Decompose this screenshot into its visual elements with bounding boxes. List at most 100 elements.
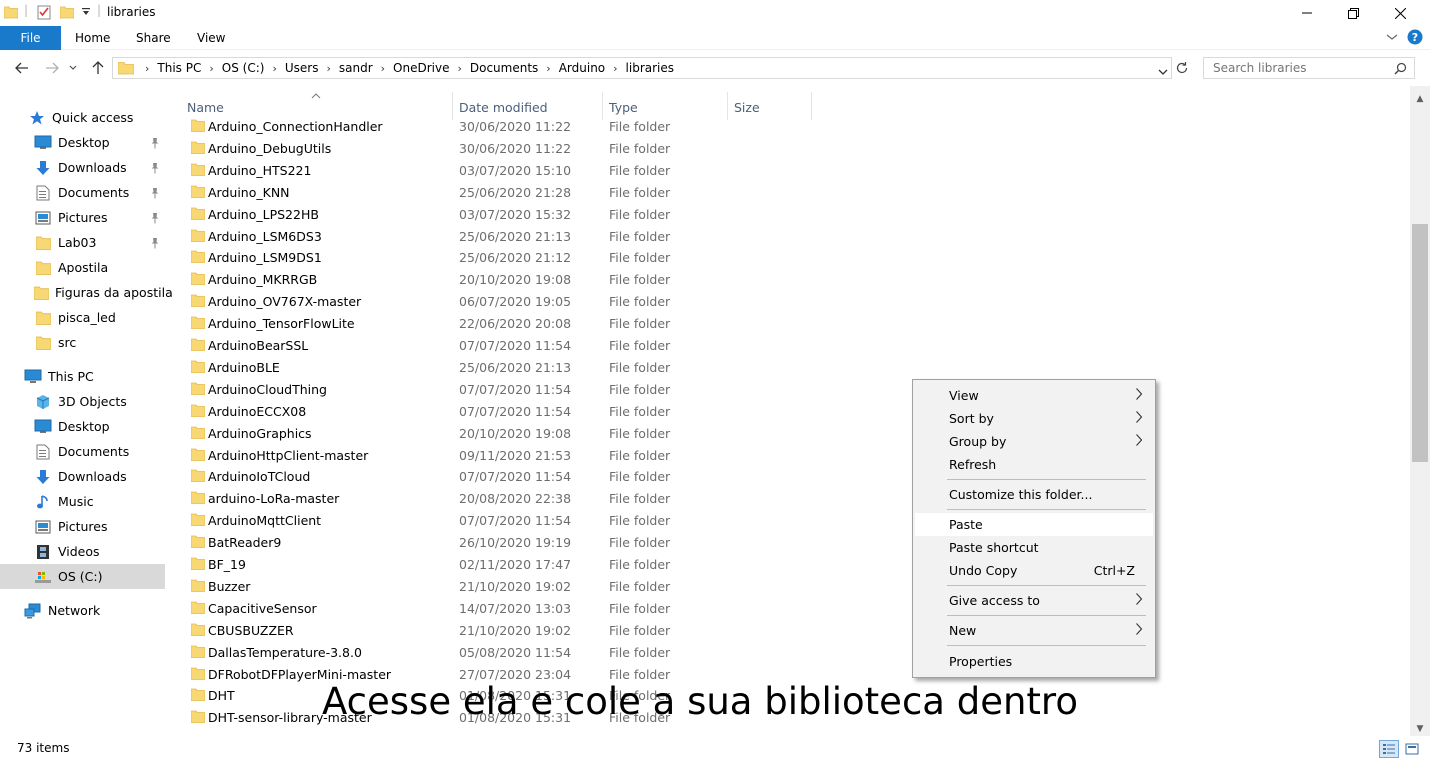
sidebar-item-pisca-led[interactable]: pisca_led — [34, 305, 165, 330]
address-dropdown-icon[interactable] — [1158, 65, 1168, 79]
customize-toolbar-icon[interactable] — [81, 6, 91, 20]
table-row[interactable]: Arduino_LSM9DS1 25/06/2020 21:12 File fo… — [185, 246, 825, 268]
sidebar-quick-access[interactable]: Quick access — [28, 105, 193, 130]
menu-item-properties[interactable]: Properties — [915, 650, 1153, 673]
expand-ribbon-icon[interactable] — [1386, 31, 1398, 45]
sidebar-item-desktop[interactable]: Desktop — [34, 130, 165, 155]
sidebar-item-apostila[interactable]: Apostila — [34, 255, 165, 280]
table-row[interactable]: Arduino_TensorFlowLite 22/06/2020 20:08 … — [185, 312, 825, 334]
breadcrumb-onedrive[interactable]: OneDrive — [390, 61, 452, 75]
menu-item-group-by[interactable]: Group by — [915, 430, 1153, 453]
table-row[interactable]: BatReader9 26/10/2020 19:19 File folder — [185, 531, 825, 553]
sidebar-network[interactable]: Network — [24, 598, 189, 623]
pin-icon[interactable] — [149, 137, 161, 149]
table-row[interactable]: ArduinoGraphics 20/10/2020 19:08 File fo… — [185, 422, 825, 444]
scroll-thumb[interactable] — [1412, 224, 1428, 462]
breadcrumb-libraries[interactable]: libraries — [623, 61, 677, 75]
help-icon[interactable]: ? — [1407, 29, 1423, 48]
table-row[interactable]: ArduinoCloudThing 07/07/2020 11:54 File … — [185, 378, 825, 400]
table-row[interactable]: CBUSBUZZER 21/10/2020 19:02 File folder — [185, 619, 825, 641]
table-row[interactable]: ArduinoIoTCloud 07/07/2020 11:54 File fo… — [185, 465, 825, 487]
new-folder-icon[interactable] — [59, 5, 75, 22]
table-row[interactable]: Arduino_LPS22HB 03/07/2020 15:32 File fo… — [185, 203, 825, 225]
table-row[interactable]: ArduinoHttpClient-master 09/11/2020 21:5… — [185, 444, 825, 466]
sidebar-this-pc[interactable]: This PC — [24, 364, 189, 389]
restore-button[interactable] — [1330, 0, 1376, 26]
recent-locations-button[interactable] — [66, 58, 80, 78]
breadcrumb-separator[interactable]: › — [267, 62, 281, 75]
tab-view[interactable]: View — [197, 26, 225, 50]
breadcrumb-sandr[interactable]: sandr — [336, 61, 376, 75]
breadcrumb-separator[interactable]: › — [541, 62, 555, 75]
table-row[interactable]: BF_19 02/11/2020 17:47 File folder — [185, 553, 825, 575]
properties-icon[interactable] — [37, 5, 51, 23]
sidebar-item-desktop[interactable]: Desktop — [0, 414, 165, 439]
breadcrumb-separator[interactable]: › — [140, 62, 154, 75]
breadcrumb-users[interactable]: Users — [282, 61, 322, 75]
table-row[interactable]: Arduino_ConnectionHandler 30/06/2020 11:… — [185, 115, 825, 137]
breadcrumb-arduino[interactable]: Arduino — [556, 61, 608, 75]
table-row[interactable]: Arduino_LSM6DS3 25/06/2020 21:13 File fo… — [185, 225, 825, 247]
table-row[interactable]: Buzzer 21/10/2020 19:02 File folder — [185, 575, 825, 597]
table-row[interactable]: Arduino_DebugUtils 30/06/2020 11:22 File… — [185, 137, 825, 159]
menu-item-refresh[interactable]: Refresh — [915, 453, 1153, 476]
sidebar-item-os-c-[interactable]: OS (C:) — [0, 564, 165, 589]
sidebar-item-downloads[interactable]: Downloads — [0, 464, 165, 489]
pin-icon[interactable] — [149, 237, 161, 249]
table-row[interactable]: DallasTemperature-3.8.0 05/08/2020 11:54… — [185, 641, 825, 663]
breadcrumb-this-pc[interactable]: This PC — [154, 61, 204, 75]
search-icon[interactable] — [1394, 62, 1407, 78]
sidebar-item-videos[interactable]: Videos — [0, 539, 165, 564]
menu-item-paste[interactable]: Paste — [915, 513, 1153, 536]
tab-share[interactable]: Share — [136, 26, 171, 50]
table-row[interactable]: ArduinoMqttClient 07/07/2020 11:54 File … — [185, 509, 825, 531]
large-icons-view-button[interactable] — [1402, 740, 1422, 758]
scroll-up-icon[interactable]: ▲ — [1410, 90, 1430, 108]
table-row[interactable]: ArduinoECCX08 07/07/2020 11:54 File fold… — [185, 400, 825, 422]
menu-item-undo-copy[interactable]: Undo Copy Ctrl+Z — [915, 559, 1153, 582]
forward-button[interactable] — [41, 58, 63, 78]
tab-home[interactable]: Home — [75, 26, 110, 50]
breadcrumb-separator[interactable]: › — [452, 62, 466, 75]
table-row[interactable]: Arduino_OV767X-master 06/07/2020 19:05 F… — [185, 290, 825, 312]
up-button[interactable] — [87, 58, 109, 78]
sidebar-item-documents[interactable]: Documents — [0, 439, 165, 464]
table-row[interactable]: Arduino_KNN 25/06/2020 21:28 File folder — [185, 181, 825, 203]
sidebar-item-figuras-da-apostila[interactable]: Figuras da apostila — [34, 280, 173, 305]
table-row[interactable]: Arduino_HTS221 03/07/2020 15:10 File fol… — [185, 159, 825, 181]
vertical-scrollbar[interactable]: ▲ ▼ — [1410, 86, 1430, 736]
table-row[interactable]: ArduinoBearSSL 07/07/2020 11:54 File fol… — [185, 334, 825, 356]
search-box[interactable] — [1203, 57, 1415, 79]
menu-item-paste-shortcut[interactable]: Paste shortcut — [915, 536, 1153, 559]
sidebar-item-lab03[interactable]: Lab03 — [34, 230, 165, 255]
menu-item-sort-by[interactable]: Sort by — [915, 407, 1153, 430]
tab-file[interactable]: File — [0, 26, 61, 50]
address-bar[interactable]: › This PC › OS (C:) › Users › sandr › On… — [112, 57, 1172, 79]
details-view-button[interactable] — [1379, 740, 1399, 758]
table-row[interactable]: Arduino_MKRRGB 20/10/2020 19:08 File fol… — [185, 268, 825, 290]
breadcrumb-os-c[interactable]: OS (C:) — [219, 61, 268, 75]
menu-item-view[interactable]: View — [915, 384, 1153, 407]
sidebar-item-src[interactable]: src — [34, 330, 165, 355]
back-button[interactable] — [11, 58, 33, 78]
menu-item-customize-this-folder[interactable]: Customize this folder... — [915, 483, 1153, 506]
breadcrumb-separator[interactable]: › — [376, 62, 390, 75]
table-row[interactable]: ArduinoBLE 25/06/2020 21:13 File folder — [185, 356, 825, 378]
sidebar-item-documents[interactable]: Documents — [34, 180, 165, 205]
sidebar-item-music[interactable]: Music — [0, 489, 165, 514]
sidebar-item-3d-objects[interactable]: 3D Objects — [0, 389, 165, 414]
breadcrumb-separator[interactable]: › — [321, 62, 335, 75]
table-row[interactable]: arduino-LoRa-master 20/08/2020 22:38 Fil… — [185, 487, 825, 509]
sidebar-item-pictures[interactable]: Pictures — [0, 514, 165, 539]
minimize-button[interactable] — [1284, 0, 1330, 26]
menu-item-give-access-to[interactable]: Give access to — [915, 589, 1153, 612]
pin-icon[interactable] — [149, 162, 161, 174]
sidebar-item-downloads[interactable]: Downloads — [34, 155, 165, 180]
sidebar-item-pictures[interactable]: Pictures — [34, 205, 165, 230]
pin-icon[interactable] — [149, 212, 161, 224]
pin-icon[interactable] — [149, 187, 161, 199]
breadcrumb-separator[interactable]: › — [204, 62, 218, 75]
close-button[interactable] — [1377, 0, 1423, 26]
breadcrumb-documents[interactable]: Documents — [467, 61, 541, 75]
table-row[interactable]: CapacitiveSensor 14/07/2020 13:03 File f… — [185, 597, 825, 619]
